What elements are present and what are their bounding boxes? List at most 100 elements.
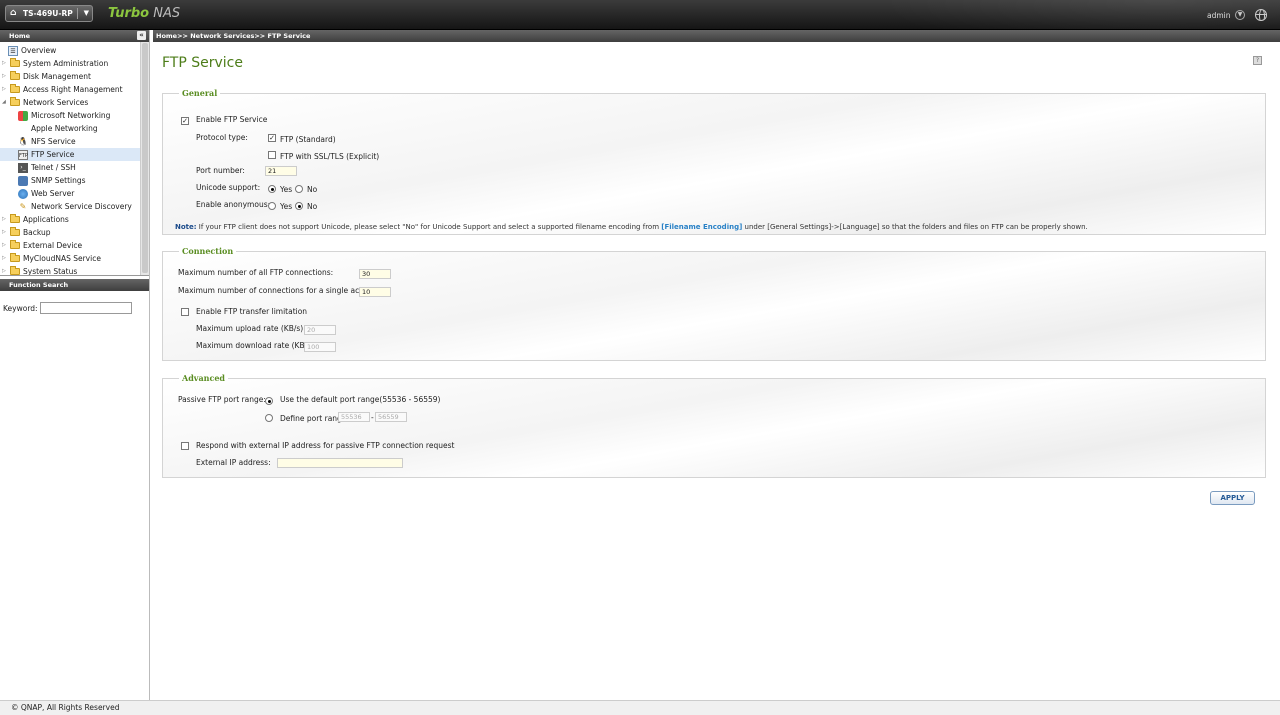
sidebar-item-overview[interactable]: ☰ Overview	[8, 44, 56, 57]
overview-icon: ☰	[8, 45, 18, 56]
globe-icon	[18, 188, 28, 199]
sidebar-item-telnet-ssh[interactable]: ›_ Telnet / SSH	[18, 161, 76, 174]
terminal-icon: ›_	[18, 162, 28, 173]
keyword-label: Keyword:	[3, 303, 38, 313]
expand-icon[interactable]: ▷	[2, 265, 8, 275]
sidebar-item-snmp-settings[interactable]: SNMP Settings	[18, 174, 86, 187]
unicode-yes-label: Yes	[280, 185, 293, 194]
folder-icon	[10, 227, 20, 236]
function-search-header: Function Search	[0, 279, 149, 291]
folder-icon	[10, 266, 20, 275]
keyword-input[interactable]	[39, 302, 132, 314]
passive-port-range-label: Passive FTP port range:	[178, 395, 266, 404]
connection-section: Connection Maximum number of all FTP con…	[162, 246, 1266, 361]
chevron-down-icon: ▼	[83, 9, 89, 17]
tree-scrollbar[interactable]	[140, 42, 149, 275]
collapse-sidebar-icon[interactable]: «	[137, 31, 146, 40]
enable-ftp-checkbox[interactable]: ✓	[181, 117, 189, 125]
main-content: Home>> Network Services>> FTP Service FT…	[153, 30, 1280, 700]
expand-icon[interactable]: ▷	[2, 213, 8, 226]
language-globe-icon[interactable]	[1255, 9, 1267, 21]
expand-icon[interactable]: ▷	[2, 252, 8, 265]
expand-icon[interactable]: ▷	[2, 83, 8, 96]
ftp-standard-checkbox[interactable]: ✓	[268, 134, 276, 142]
anonymous-yes-label: Yes	[280, 202, 293, 211]
max-all-connections-label: Maximum number of all FTP connections:	[178, 268, 334, 277]
enable-ftp-label: Enable FTP Service	[196, 115, 268, 124]
folder-icon	[10, 84, 20, 93]
port-number-input[interactable]: 21	[265, 166, 297, 176]
folder-icon	[10, 240, 20, 249]
keyword-search: Keyword:	[3, 302, 132, 314]
snmp-icon	[18, 175, 28, 186]
collapse-icon[interactable]: ◢	[2, 96, 8, 109]
sidebar-item-web-server[interactable]: Web Server	[18, 187, 74, 200]
sidebar-item-microsoft-networking[interactable]: Microsoft Networking	[18, 109, 110, 122]
enable-transfer-limit-checkbox[interactable]	[181, 308, 189, 316]
enable-transfer-limit-label: Enable FTP transfer limitation	[196, 307, 308, 316]
anonymous-no-label: No	[307, 202, 318, 211]
external-ip-input[interactable]	[277, 458, 403, 468]
page-title: FTP Service	[162, 55, 243, 71]
sidebar-header: Home «	[0, 30, 149, 42]
apply-button[interactable]: APPLY	[1210, 491, 1255, 505]
sidebar-item-applications[interactable]: ▷ Applications	[2, 213, 69, 226]
sidebar-item-ftp-service[interactable]: FTP FTP Service	[0, 148, 141, 161]
general-legend: General	[182, 88, 218, 98]
define-port-range-radio[interactable]	[265, 414, 273, 422]
function-search-panel: Function Search	[0, 279, 149, 291]
upload-rate-input[interactable]: 20	[304, 325, 336, 335]
default-port-range-label: Use the default port range(55536 - 56559…	[280, 395, 441, 404]
linux-icon: 🐧	[18, 136, 28, 146]
filename-encoding-link[interactable]: [Filename Encoding]	[661, 223, 742, 231]
sidebar-item-backup[interactable]: ▷ Backup	[2, 226, 51, 239]
discovery-icon: ✎	[19, 201, 27, 211]
folder-icon	[10, 71, 20, 80]
help-icon[interactable]: ?	[1253, 56, 1262, 65]
folder-icon	[10, 214, 20, 223]
download-rate-input[interactable]: 100	[304, 342, 336, 352]
expand-icon[interactable]: ▷	[2, 226, 8, 239]
user-menu-icon[interactable]: ▼	[1235, 10, 1245, 20]
footer: © QNAP, All Rights Reserved	[0, 700, 1280, 715]
sidebar-item-mycloudnas-service[interactable]: ▷ MyCloudNAS Service	[2, 252, 101, 265]
windows-icon	[18, 110, 28, 121]
sidebar-item-network-service-discovery[interactable]: ✎ Network Service Discovery	[18, 200, 132, 213]
ftp-ssl-checkbox[interactable]	[268, 151, 276, 159]
port-range-from-input[interactable]: 55536	[338, 412, 370, 422]
sidebar-item-apple-networking[interactable]: Apple Networking	[18, 122, 98, 135]
port-range-separator: -	[371, 413, 374, 422]
expand-icon[interactable]: ▷	[2, 239, 8, 252]
apple-icon	[18, 124, 28, 134]
expand-icon[interactable]: ▷	[2, 57, 8, 70]
advanced-section: Advanced Passive FTP port range: Use the…	[162, 373, 1266, 478]
general-section: General ✓ Enable FTP Service Protocol ty…	[162, 88, 1266, 235]
sidebar-item-external-device[interactable]: ▷ External Device	[2, 239, 82, 252]
unicode-no-radio[interactable]	[295, 185, 303, 193]
expand-icon[interactable]: ▷	[2, 70, 8, 83]
respond-external-ip-checkbox[interactable]	[181, 442, 189, 450]
unicode-note: Note: If your FTP client does not suppor…	[175, 223, 1088, 231]
ftp-standard-label: FTP (Standard)	[280, 135, 336, 144]
sidebar: Home « ☰ Overview ▷ System Administratio…	[0, 30, 150, 700]
sidebar-item-access-right-management[interactable]: ▷ Access Right Management	[2, 83, 123, 96]
unicode-yes-radio[interactable]	[268, 185, 276, 193]
sidebar-item-system-status[interactable]: ▷ System Status	[2, 265, 77, 275]
max-all-connections-input[interactable]: 30	[359, 269, 391, 279]
port-range-to-input[interactable]: 56559	[375, 412, 407, 422]
folder-icon	[10, 253, 20, 262]
sidebar-item-system-administration[interactable]: ▷ System Administration	[2, 57, 108, 70]
copyright-text: © QNAP, All Rights Reserved	[11, 703, 120, 712]
sidebar-item-disk-management[interactable]: ▷ Disk Management	[2, 70, 91, 83]
default-port-range-radio[interactable]	[265, 397, 273, 405]
sidebar-item-network-services[interactable]: ◢ Network Services	[2, 96, 88, 109]
advanced-legend: Advanced	[182, 373, 226, 383]
max-single-connections-input[interactable]: 10	[359, 287, 391, 297]
anonymous-no-radio[interactable]	[295, 202, 303, 210]
sidebar-item-nfs-service[interactable]: 🐧 NFS Service	[18, 135, 76, 148]
anonymous-yes-radio[interactable]	[268, 202, 276, 210]
model-selector[interactable]: ⌂ TS-469U-RP ▼	[5, 5, 93, 22]
unicode-no-label: No	[307, 185, 318, 194]
home-icon: ⌂	[10, 8, 17, 18]
nav-tree: ☰ Overview ▷ System Administration ▷ Dis…	[0, 42, 149, 276]
